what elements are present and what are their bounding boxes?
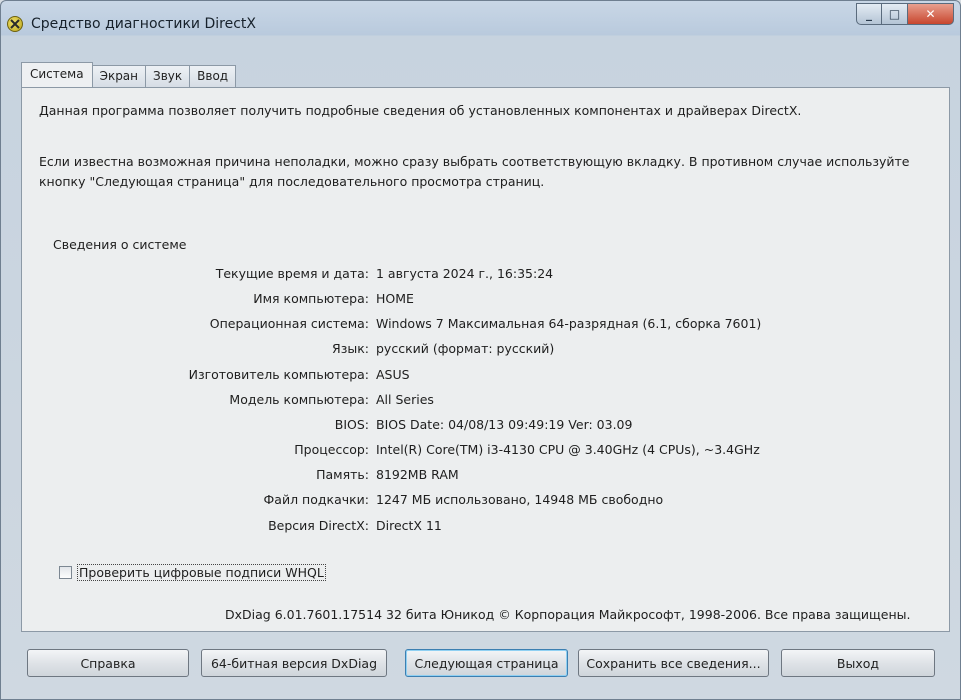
info-row-datetime: Текущие время и дата: 1 августа 2024 г.,…	[22, 266, 922, 286]
info-value: 1247 МБ использовано, 14948 МБ свободно	[376, 492, 664, 507]
info-value: русский (формат: русский)	[376, 341, 555, 356]
info-label: Файл подкачки:	[263, 492, 369, 507]
info-label: Модель компьютера:	[229, 392, 369, 407]
tab-input[interactable]: Ввод	[189, 65, 237, 87]
info-label: Версия DirectX:	[268, 518, 369, 533]
info-row-bios: BIOS: BIOS Date: 04/08/13 09:49:19 Ver: …	[22, 417, 922, 437]
info-value: Windows 7 Максимальная 64-разрядная (6.1…	[376, 316, 762, 331]
info-value: ASUS	[376, 367, 410, 382]
directx-app-icon	[7, 16, 23, 32]
info-value: 1 августа 2024 г., 16:35:24	[376, 266, 554, 281]
copyright-footer: DxDiag 6.01.7601.17514 32 бита Юникод © …	[225, 607, 911, 622]
tab-sound[interactable]: Звук	[145, 65, 191, 87]
minimize-button[interactable]: _	[856, 3, 882, 25]
info-row-manufacturer: Изготовитель компьютера: ASUS	[22, 367, 922, 387]
window-title: Средство диагностики DirectX	[31, 16, 256, 32]
help-button[interactable]: Справка	[27, 649, 189, 677]
info-label: BIOS:	[334, 417, 369, 432]
info-row-language: Язык: русский (формат: русский)	[22, 341, 922, 361]
info-value: DirectX 11	[376, 518, 442, 533]
whql-checkbox-label[interactable]: Проверить цифровые подписи WHQL	[77, 564, 326, 581]
info-label: Операционная система:	[209, 316, 369, 331]
info-value: BIOS Date: 04/08/13 09:49:19 Ver: 03.09	[376, 417, 633, 432]
info-value: All Series	[376, 392, 434, 407]
save-all-info-button[interactable]: Сохранить все сведения...	[578, 649, 769, 677]
info-row-directx-version: Версия DirectX: DirectX 11	[22, 518, 922, 538]
info-label: Имя компьютера:	[253, 291, 369, 306]
tab-system[interactable]: Система	[21, 62, 93, 87]
whql-check[interactable]: Проверить цифровые подписи WHQL	[59, 564, 326, 581]
info-label: Память:	[316, 467, 369, 482]
tab-display[interactable]: Экран	[91, 65, 147, 87]
next-page-button[interactable]: Следующая страница	[405, 649, 568, 677]
dxdiag-64bit-button[interactable]: 64-битная версия DxDiag	[201, 649, 387, 677]
system-tab-panel: Данная программа позволяет получить подр…	[21, 87, 950, 632]
title-bar: Средство диагностики DirectX _ □ ✕	[1, 1, 960, 45]
info-row-model: Модель компьютера: All Series	[22, 392, 922, 412]
intro-hint-text: Если известна возможная причина неполадк…	[39, 154, 910, 189]
exit-button[interactable]: Выход	[781, 649, 935, 677]
info-row-computer-name: Имя компьютера: HOME	[22, 291, 922, 311]
caption-buttons: _ □ ✕	[856, 3, 954, 25]
close-button[interactable]: ✕	[908, 3, 954, 25]
dxdiag-window: Средство диагностики DirectX _ □ ✕ Систе…	[0, 0, 961, 700]
intro-text: Данная программа позволяет получить подр…	[39, 103, 802, 118]
info-label: Изготовитель компьютера:	[188, 367, 369, 382]
info-row-pagefile: Файл подкачки: 1247 МБ использовано, 149…	[22, 492, 922, 512]
whql-checkbox[interactable]	[59, 566, 72, 579]
info-label: Язык:	[332, 341, 369, 356]
system-info-group-title: Сведения о системе	[53, 237, 187, 252]
info-row-os: Операционная система: Windows 7 Максимал…	[22, 316, 922, 336]
info-row-memory: Память: 8192MB RAM	[22, 467, 922, 487]
maximize-button[interactable]: □	[882, 3, 908, 25]
info-value: HOME	[376, 291, 414, 306]
tab-strip: Система Экран Звук Ввод	[21, 62, 237, 87]
info-label: Текущие время и дата:	[215, 266, 369, 281]
info-label: Процессор:	[294, 442, 369, 457]
info-value: Intel(R) Core(TM) i3-4130 CPU @ 3.40GHz …	[376, 442, 760, 457]
info-row-processor: Процессор: Intel(R) Core(TM) i3-4130 CPU…	[22, 442, 922, 462]
info-value: 8192MB RAM	[376, 467, 459, 482]
